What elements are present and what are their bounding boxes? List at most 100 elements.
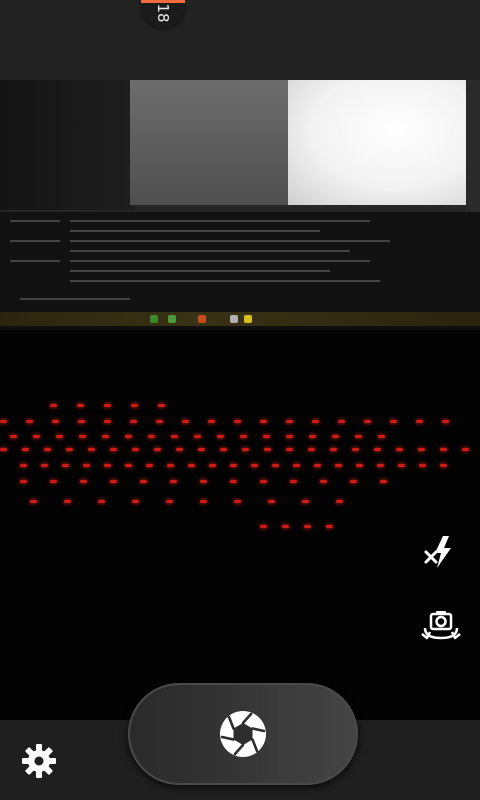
- keyboard-light: [30, 500, 37, 503]
- scene-panel: [130, 80, 290, 205]
- timer-label: 18: [154, 3, 172, 23]
- keyboard-light: [50, 404, 57, 407]
- keyboard-light: [398, 464, 405, 467]
- gear-icon: [22, 744, 56, 778]
- keyboard-light: [154, 448, 161, 451]
- keyboard-light: [302, 500, 309, 503]
- shutter-aperture-icon: [220, 711, 266, 757]
- keyboard-light: [33, 435, 40, 438]
- keyboard-light: [88, 448, 95, 451]
- keyboard-light: [182, 420, 189, 423]
- keyboard-light: [282, 525, 289, 528]
- keyboard-light: [268, 500, 275, 503]
- keyboard-light: [167, 464, 174, 467]
- scene-dot: [244, 315, 252, 323]
- switch-camera-button[interactable]: [417, 602, 465, 650]
- keyboard-light: [125, 435, 132, 438]
- viewfinder-keyboard-scene: [0, 380, 480, 560]
- keyboard-light: [355, 435, 362, 438]
- keyboard-light: [77, 404, 84, 407]
- keyboard-light: [130, 420, 137, 423]
- keyboard-light: [198, 448, 205, 451]
- keyboard-light: [194, 435, 201, 438]
- keyboard-light: [166, 500, 173, 503]
- keyboard-light: [462, 448, 469, 451]
- keyboard-light: [10, 435, 17, 438]
- keyboard-light: [132, 448, 139, 451]
- keyboard-light: [98, 500, 105, 503]
- flash-off-icon: [424, 536, 451, 568]
- keyboard-light: [80, 480, 87, 483]
- camera-viewfinder[interactable]: [0, 80, 480, 720]
- keyboard-light: [251, 464, 258, 467]
- keyboard-light: [234, 500, 241, 503]
- keyboard-light: [293, 464, 300, 467]
- keyboard-light: [440, 448, 447, 451]
- scene-dot: [198, 315, 206, 323]
- keyboard-light: [419, 464, 426, 467]
- keyboard-light: [104, 404, 111, 407]
- keyboard-light: [335, 464, 342, 467]
- keyboard-light: [352, 448, 359, 451]
- keyboard-light: [131, 404, 138, 407]
- keyboard-light: [336, 500, 343, 503]
- shutter-button[interactable]: [128, 683, 358, 785]
- keyboard-light: [171, 435, 178, 438]
- keyboard-light: [44, 448, 51, 451]
- keyboard-light: [217, 435, 224, 438]
- keyboard-light: [56, 435, 63, 438]
- keyboard-light: [272, 464, 279, 467]
- keyboard-light: [374, 448, 381, 451]
- keyboard-light: [104, 464, 111, 467]
- keyboard-light: [110, 448, 117, 451]
- keyboard-light: [364, 420, 371, 423]
- top-bar: [0, 0, 480, 80]
- keyboard-light: [176, 448, 183, 451]
- keyboard-light: [78, 420, 85, 423]
- keyboard-light: [440, 464, 447, 467]
- keyboard-light: [146, 464, 153, 467]
- keyboard-light: [332, 435, 339, 438]
- keyboard-light: [41, 464, 48, 467]
- keyboard-light: [260, 525, 267, 528]
- keyboard-light: [22, 448, 29, 451]
- keyboard-light: [104, 420, 111, 423]
- keyboard-light: [234, 420, 241, 423]
- keyboard-light: [304, 525, 311, 528]
- keyboard-light: [308, 448, 315, 451]
- keyboard-light: [62, 464, 69, 467]
- keyboard-light: [209, 464, 216, 467]
- keyboard-light: [110, 480, 117, 483]
- keyboard-light: [314, 464, 321, 467]
- keyboard-light: [0, 448, 7, 451]
- keyboard-light: [260, 480, 267, 483]
- keyboard-light: [240, 435, 247, 438]
- keyboard-light: [260, 420, 267, 423]
- keyboard-light: [230, 464, 237, 467]
- scene-panel: [466, 80, 480, 220]
- keyboard-light: [220, 448, 227, 451]
- keyboard-light: [83, 464, 90, 467]
- viewfinder-monitor-scene: [0, 80, 480, 330]
- keyboard-light: [264, 448, 271, 451]
- keyboard-light: [200, 500, 207, 503]
- keyboard-light: [208, 420, 215, 423]
- keyboard-light: [326, 525, 333, 528]
- scene-panel: [288, 80, 468, 205]
- scene-taskbar: [0, 312, 480, 326]
- keyboard-light: [0, 420, 7, 423]
- keyboard-light: [380, 480, 387, 483]
- switch-camera-icon: [421, 611, 461, 640]
- scene-terminal: [0, 212, 480, 312]
- keyboard-light: [170, 480, 177, 483]
- keyboard-light: [378, 435, 385, 438]
- flash-toggle-button[interactable]: [417, 528, 465, 576]
- scene-dot: [150, 315, 158, 323]
- settings-button[interactable]: [16, 738, 62, 784]
- keyboard-light: [356, 464, 363, 467]
- keyboard-light: [286, 435, 293, 438]
- keyboard-light: [330, 448, 337, 451]
- keyboard-light: [312, 420, 319, 423]
- keyboard-light: [66, 448, 73, 451]
- keyboard-light: [442, 420, 449, 423]
